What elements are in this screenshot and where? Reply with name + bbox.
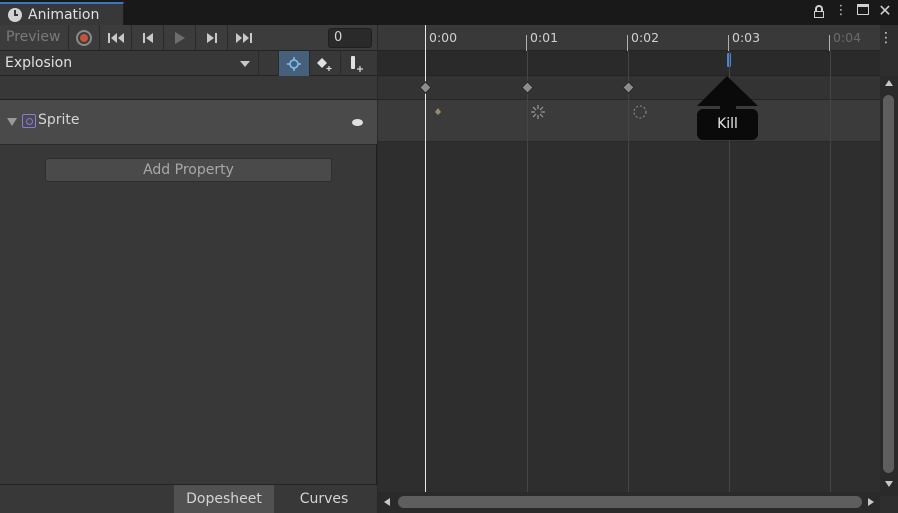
event-row[interactable]: [378, 51, 880, 76]
scroll-right-icon[interactable]: [868, 498, 874, 506]
scroll-down-icon[interactable]: [885, 481, 893, 487]
maximize-icon[interactable]: [856, 3, 870, 19]
kebab-menu-icon[interactable]: ⋮: [834, 3, 848, 19]
add-keyframe-icon: [317, 57, 332, 71]
clip-dropdown[interactable]: Explosion: [0, 51, 259, 76]
scroll-left-icon[interactable]: [384, 498, 390, 506]
prev-frame-button[interactable]: [132, 25, 164, 50]
ruler-tick: [526, 35, 527, 51]
scroll-thumb[interactable]: [883, 95, 894, 473]
kebab-menu-icon[interactable]: ⋮: [879, 30, 893, 46]
gridline: [527, 51, 528, 492]
dopesheet-area[interactable]: [378, 142, 880, 487]
playhead[interactable]: [425, 25, 426, 492]
first-frame-icon: [107, 32, 124, 43]
snap-keyframe-button[interactable]: [278, 51, 309, 76]
lock-icon[interactable]: [812, 3, 826, 19]
ruler-tick-label: 0:04: [833, 30, 862, 45]
ruler-tick-label: 0:02: [631, 30, 660, 45]
add-keyframe-button[interactable]: [309, 51, 340, 76]
record-icon: [76, 29, 92, 46]
view-mode-tabs: Dopesheet Curves: [0, 484, 377, 513]
chevron-down-icon: [240, 61, 250, 67]
ruler-tick-label: 0:00: [429, 30, 458, 45]
ruler-tick-label: 0:01: [530, 30, 559, 45]
tab-dopesheet[interactable]: Dopesheet: [174, 485, 274, 513]
sprite-renderer-icon: [22, 114, 36, 128]
add-property-button[interactable]: Add Property: [45, 158, 332, 182]
close-icon[interactable]: ✕: [878, 3, 892, 19]
preview-button[interactable]: Preview: [0, 25, 69, 50]
ruler-tick-label: 0:03: [732, 30, 761, 45]
next-frame-button[interactable]: [196, 25, 228, 50]
frame-field[interactable]: 0: [328, 28, 372, 48]
ruler-tick: [829, 35, 830, 51]
gridline: [830, 51, 831, 492]
sprite-keyframe-icon[interactable]: [431, 105, 445, 119]
summary-header-row: [0, 76, 377, 100]
next-frame-icon: [206, 32, 217, 43]
last-frame-icon: [236, 32, 252, 43]
sprite-keyframe-icon[interactable]: [630, 103, 650, 121]
timeline-ruler[interactable]: 0:00 0:01 0:02 0:03 0:04: [378, 25, 880, 51]
vertical-scrollbar[interactable]: [880, 76, 898, 496]
play-button[interactable]: [164, 25, 196, 50]
property-row-sprite[interactable]: Sprite: [0, 100, 377, 145]
window-controls: ⋮ ✕: [812, 3, 892, 19]
window-titlebar: Animation ⋮ ✕: [0, 0, 898, 25]
add-event-button[interactable]: [340, 51, 371, 76]
horizontal-scrollbar[interactable]: [378, 492, 880, 513]
ruler-tick: [627, 35, 628, 51]
tab-curves[interactable]: Curves: [274, 485, 374, 513]
clock-icon: [8, 7, 22, 22]
chevron-down-icon[interactable]: [7, 118, 17, 126]
event-tooltip: Kill: [697, 109, 758, 140]
visibility-icon[interactable]: [352, 119, 363, 126]
property-label: Sprite: [38, 112, 80, 128]
hierarchy-pane: Preview 0 Explosion Sprite Add Property …: [0, 25, 377, 513]
dopesheet-pane: 0:00 0:01 0:02 0:03 0:04 ⋮ Kill: [378, 25, 898, 513]
clip-bar: Explosion: [0, 51, 377, 76]
tab-title: Animation: [28, 6, 100, 23]
sprite-keyframe-icon[interactable]: [529, 103, 547, 121]
ruler-tick: [728, 35, 729, 51]
playback-toolbar: Preview 0: [0, 25, 377, 51]
scroll-up-icon[interactable]: [885, 80, 893, 86]
clip-name: Explosion: [5, 55, 73, 71]
play-icon: [174, 31, 185, 44]
last-frame-button[interactable]: [228, 25, 260, 50]
prev-frame-icon: [142, 32, 153, 43]
first-frame-button[interactable]: [100, 25, 132, 50]
animation-tab[interactable]: Animation: [0, 2, 124, 25]
scroll-thumb[interactable]: [398, 496, 862, 508]
snap-keyframe-icon: [287, 56, 301, 71]
record-button[interactable]: [69, 25, 100, 50]
gridline: [628, 51, 629, 492]
sprite-track-row[interactable]: [378, 100, 880, 142]
add-event-icon: [351, 55, 363, 72]
